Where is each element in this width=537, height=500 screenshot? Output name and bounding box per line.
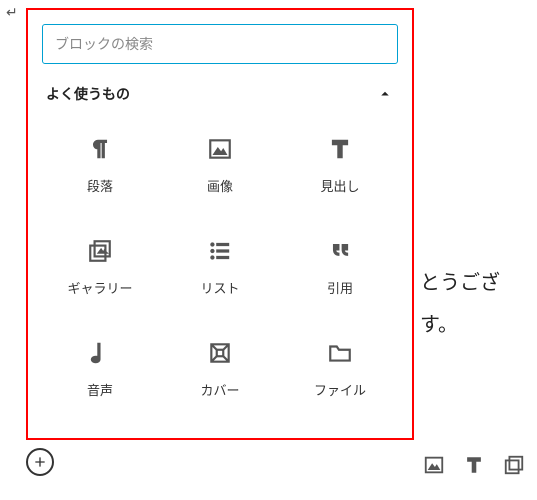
- chevron-up-icon: [376, 85, 394, 103]
- quick-insert-toolbar: [423, 454, 525, 476]
- editor-text-line: す。: [420, 308, 458, 337]
- audio-icon: [87, 340, 113, 366]
- block-quote[interactable]: 引用: [282, 218, 398, 316]
- block-grid: 段落 画像 見出し ギャラリー リスト 引用: [42, 116, 398, 418]
- block-list[interactable]: リスト: [162, 218, 278, 316]
- block-image[interactable]: 画像: [162, 116, 278, 214]
- plus-icon: [32, 454, 48, 470]
- image-icon: [207, 136, 233, 162]
- editor-text-line: とうござ: [420, 266, 500, 295]
- block-label: 見出し: [320, 176, 359, 195]
- block-label: ギャラリー: [67, 278, 132, 297]
- block-gallery[interactable]: ギャラリー: [42, 218, 158, 316]
- gallery-icon[interactable]: [503, 454, 525, 476]
- block-label: カバー: [200, 380, 239, 399]
- cover-icon: [207, 340, 233, 366]
- block-label: 画像: [207, 176, 233, 195]
- block-audio[interactable]: 音声: [42, 320, 158, 418]
- search-wrap: [28, 10, 412, 74]
- paragraph-icon: [87, 136, 113, 162]
- block-label: ファイル: [314, 380, 366, 399]
- block-paragraph[interactable]: 段落: [42, 116, 158, 214]
- file-icon: [327, 340, 353, 366]
- list-icon: [207, 238, 233, 264]
- inserter-scroll-area[interactable]: よく使うもの 段落 画像 見出し ギャラリー リスト: [28, 74, 412, 438]
- section-toggle-frequent[interactable]: よく使うもの: [42, 74, 398, 116]
- heading-icon: [327, 136, 353, 162]
- section-title: よく使うもの: [46, 84, 130, 104]
- gallery-icon: [87, 238, 113, 264]
- image-icon[interactable]: [423, 454, 445, 476]
- return-arrow-icon: ↵: [6, 4, 18, 21]
- block-label: 音声: [87, 380, 113, 399]
- block-heading[interactable]: 見出し: [282, 116, 398, 214]
- heading-icon[interactable]: [463, 454, 485, 476]
- block-label: 段落: [87, 176, 113, 195]
- quote-icon: [327, 238, 353, 264]
- block-file[interactable]: ファイル: [282, 320, 398, 418]
- add-block-button[interactable]: [26, 448, 54, 476]
- block-cover[interactable]: カバー: [162, 320, 278, 418]
- block-inserter-panel: よく使うもの 段落 画像 見出し ギャラリー リスト: [26, 8, 414, 440]
- block-label: 引用: [327, 278, 353, 297]
- search-input[interactable]: [42, 24, 398, 64]
- block-label: リスト: [200, 278, 239, 297]
